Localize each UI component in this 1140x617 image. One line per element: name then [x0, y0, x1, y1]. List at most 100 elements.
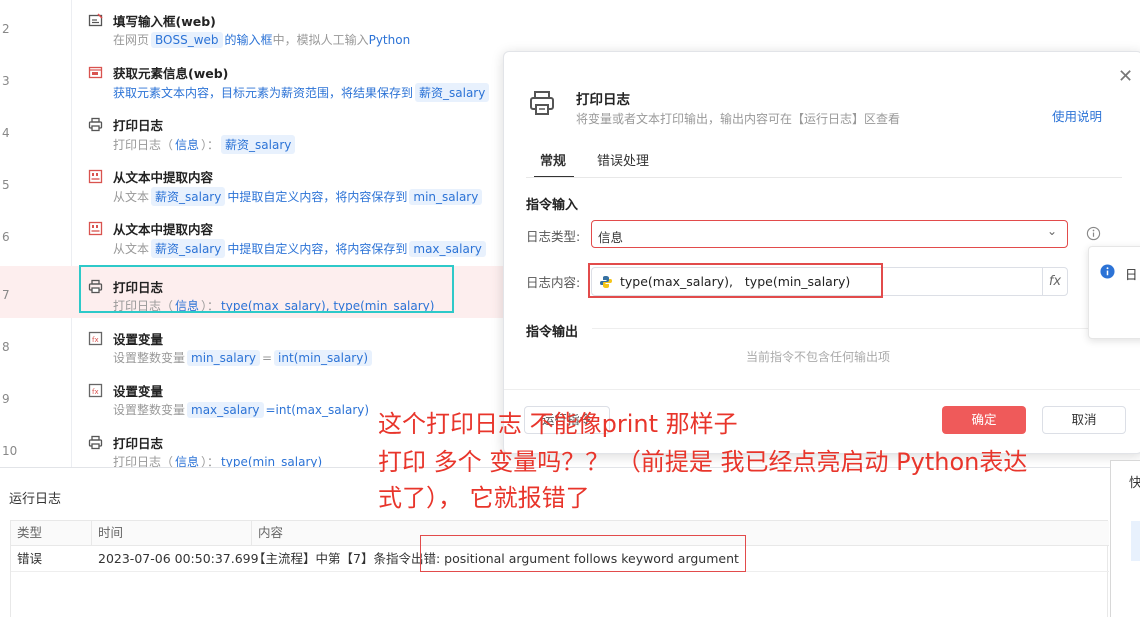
info-popover: 日: [1088, 246, 1140, 339]
close-icon[interactable]: ✕: [1118, 66, 1133, 87]
description-text: 从文本: [113, 242, 150, 256]
flow-step[interactable]: 3 获取元素信息(web) 获取元素文本内容，目标元素为薪资范围，将结果保存到 薪资_…: [0, 52, 520, 104]
log-type-select[interactable]: 信息 ⌄: [591, 220, 1068, 248]
dialog-subtitle: 将变量或者文本打印输出，输出内容可在【运行日志】区查看: [576, 112, 901, 126]
log-type-cell: 错误: [17, 551, 43, 566]
web-element-icon: [88, 66, 103, 79]
flow-step[interactable]: 4 打印日志打印日志（ 信息）： 薪资_salary: [0, 104, 520, 156]
text-extract-icon: [88, 221, 103, 236]
step-title: 从文本中提取内容: [113, 222, 214, 237]
line-number: 10: [2, 444, 18, 458]
log-time-cell: 2023-07-06 00:50:37.699: [98, 551, 259, 566]
flow-step[interactable]: 8 fx 设置变量设置整数变量 min_salary = int(min_salary): [0, 318, 520, 370]
step-title: 填写输入框(web): [113, 14, 216, 29]
variable-chip: 薪资_salary: [415, 83, 490, 102]
variable-chip: 薪资_salary: [151, 187, 226, 206]
text-extract-icon: [88, 169, 103, 184]
side-panel-label: 快: [1129, 476, 1140, 491]
description-text: 在网页: [113, 33, 150, 47]
variable-icon: fx: [88, 383, 103, 398]
output-divider: [592, 328, 1122, 329]
line-number: 6: [2, 230, 10, 244]
line-number: 8: [2, 340, 10, 354]
flow-step[interactable]: 5 从文本中提取内容 从文本 薪资_salary 中提取自定义内容，将内容保存到 min_…: [0, 156, 520, 208]
line-number: 9: [2, 392, 10, 406]
chevron-down-icon: ⌄: [1046, 224, 1057, 238]
description-text: 获取元素文本内容，目标元素为薪资范围，将结果保存到: [113, 86, 414, 100]
variable-icon: fx: [88, 331, 103, 346]
annotation-line-2: 打印 多个 变量吗？？ （前提是 我已经点亮启动 Python表达: [378, 448, 1028, 476]
step-title: 设置变量: [113, 332, 164, 347]
description-text: =int(max_salary): [265, 402, 370, 417]
log-content-label: 日志内容:: [526, 275, 581, 290]
variable-chip: 薪资_salary: [151, 239, 226, 258]
variable-chip: BOSS_web: [151, 31, 223, 48]
step-description: 打印日志（ 信息）： 薪资_salary: [113, 135, 296, 154]
line-number: 5: [2, 178, 10, 192]
right-side-panel: 快: [1110, 460, 1140, 617]
no-output-text: 当前指令不包含任何输出项: [746, 350, 891, 364]
help-link[interactable]: 使用说明: [1052, 106, 1102, 125]
tab-general[interactable]: 常规: [533, 150, 575, 178]
description-text: 中提取自定义内容，将内容保存到: [227, 190, 408, 204]
description-text: 中提取自定义内容，将内容保存到: [227, 242, 408, 256]
printer-icon: [530, 91, 554, 115]
step-description: 在网页 BOSS_web 的输入框中，模拟人工输入Python: [113, 31, 410, 48]
flow-step[interactable]: 6 从文本中提取内容 从文本 薪资_salary 中提取自定义内容，将内容保存到 max_…: [0, 208, 520, 260]
variable-chip: max_salary: [409, 240, 486, 257]
col-header-time[interactable]: 时间: [92, 521, 252, 545]
selected-step-highlight: [79, 265, 454, 313]
flow-list: 2 填写输入框(web) 在网页 BOSS_web 的输入框中，模拟人工输入Python…: [0, 0, 520, 469]
dialog-title: 打印日志: [576, 92, 630, 108]
variable-chip: min_salary: [187, 349, 260, 366]
line-number: 4: [2, 126, 10, 140]
description-text: 设置整数变量: [113, 403, 186, 417]
line-number: 2: [2, 22, 10, 36]
annotation-box-content: [588, 263, 883, 298]
fx-expression-button[interactable]: fx: [1042, 268, 1067, 295]
flow-step[interactable]: 2 填写输入框(web) 在网页 BOSS_web 的输入框中，模拟人工输入Python: [0, 0, 520, 52]
description-text: 设置整数变量: [113, 351, 186, 365]
log-type-value: 信息: [598, 230, 624, 245]
tab-error-handling[interactable]: 错误处理: [597, 150, 649, 169]
annotation-line-1: 这个打印日志 不能像print 那样子: [378, 410, 738, 438]
description-text: 信息: [175, 138, 200, 152]
info-filled-icon: [1100, 264, 1115, 279]
tabs-divider: [526, 177, 1122, 178]
annotation-line-3: 式了）， 它就报错了: [378, 484, 590, 512]
step-description: 从文本 薪资_salary 中提取自定义内容，将内容保存到 min_salary: [113, 187, 483, 206]
description-text: 从文本: [113, 190, 150, 204]
variable-chip: int(min_salary): [274, 349, 373, 366]
variable-chip: max_salary: [187, 401, 264, 418]
description-text: ）：: [201, 138, 220, 152]
input-box-icon: [88, 13, 103, 27]
section-input-title: 指令输入: [526, 198, 579, 213]
step-title: 打印日志: [113, 118, 164, 133]
line-number: 7: [2, 288, 10, 302]
info-icon[interactable]: [1086, 226, 1101, 241]
step-description: 从文本 薪资_salary 中提取自定义内容，将内容保存到 max_salary: [113, 239, 486, 258]
variable-chip: min_salary: [409, 188, 483, 205]
ok-button[interactable]: 确定: [942, 406, 1026, 434]
variable-chip: 薪资_salary: [221, 135, 296, 154]
description-text: =: [261, 350, 273, 365]
description-text: 的输入框中，模拟人工输入Python: [224, 33, 411, 47]
step-title: 获取元素信息(web): [113, 66, 229, 81]
side-panel-selection: [1131, 521, 1140, 561]
section-output-title: 指令输出: [526, 325, 579, 340]
col-header-type[interactable]: 类型: [11, 521, 92, 545]
printer-icon: [88, 117, 103, 132]
log-type-label: 日志类型:: [526, 229, 581, 244]
step-description: 设置整数变量 min_salary = int(min_salary): [113, 349, 373, 366]
printer-icon: [88, 435, 103, 450]
step-title: 设置变量: [113, 384, 164, 399]
step-title: 打印日志: [113, 436, 164, 451]
description-text: 打印日志（: [113, 138, 174, 152]
footer-divider: [504, 389, 1140, 390]
run-log-title: 运行日志: [9, 492, 62, 507]
svg-text:fx: fx: [92, 388, 99, 396]
step-description: 获取元素文本内容，目标元素为薪资范围，将结果保存到 薪资_salary: [113, 83, 490, 102]
svg-text:fx: fx: [92, 336, 99, 344]
cancel-button[interactable]: 取消: [1042, 406, 1126, 434]
print-log-dialog: ✕ 打印日志 将变量或者文本打印输出，输出内容可在【运行日志】区查看 使用说明 …: [503, 51, 1140, 454]
